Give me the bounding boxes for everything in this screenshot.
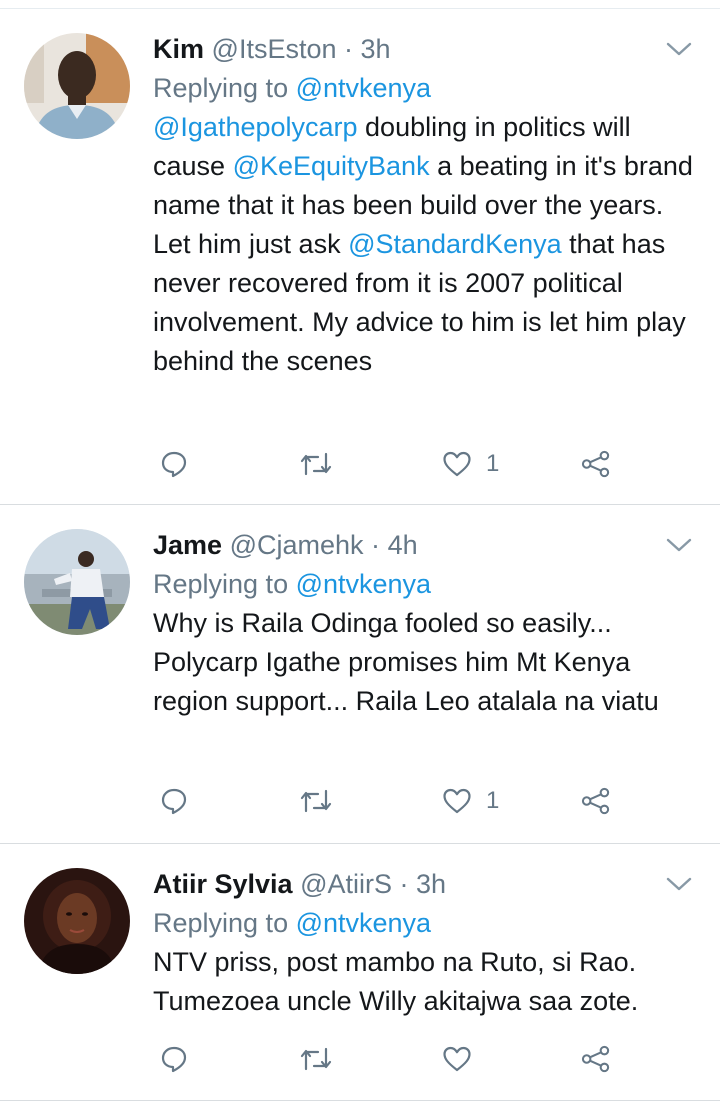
reply-icon — [161, 451, 187, 478]
replying-to-mention[interactable]: @ntvkenya — [296, 908, 431, 938]
tweet-body: Kim @ItsEston · 3h Replying to @ntvkenya… — [153, 31, 696, 381]
replying-to-line: Replying to @ntvkenya — [153, 904, 696, 942]
share-icon — [581, 450, 610, 478]
like-count: 1 — [486, 450, 500, 477]
display-name[interactable]: Kim — [153, 34, 204, 64]
share-button[interactable] — [580, 781, 612, 821]
user-handle[interactable]: @ItsEston — [212, 34, 337, 64]
separator-dot: · — [371, 530, 381, 560]
tweet-body: Atiir Sylvia @AtiirS · 3h Replying to @n… — [153, 866, 696, 1021]
mention-link[interactable]: @StandardKenya — [348, 229, 562, 259]
share-button[interactable] — [580, 1039, 612, 1079]
share-button[interactable] — [580, 444, 612, 484]
tweet-kim[interactable]: Kim @ItsEston · 3h Replying to @ntvkenya… — [0, 8, 720, 505]
avatar-image-atiir — [24, 868, 130, 974]
heart-icon — [443, 788, 471, 814]
tweet-text-segment: Why is Raila Odinga fooled so easily... … — [153, 608, 659, 716]
tweet-jame[interactable]: Jame @Cjamehk · 4h Replying to @ntvkenya… — [0, 505, 720, 844]
replying-to-label: Replying to — [153, 908, 296, 938]
tweet-actions: 1 — [160, 444, 630, 484]
tweet-text-segment: NTV priss, post mambo na Ruto, si Rao. T… — [153, 947, 639, 1016]
replying-to-line: Replying to @ntvkenya — [153, 69, 696, 107]
share-icon — [581, 1045, 610, 1073]
like-button[interactable]: 1 — [442, 781, 499, 821]
mention-link[interactable]: @KeEquityBank — [233, 151, 430, 181]
retweet-icon — [300, 452, 332, 476]
avatar-image-jame — [24, 529, 130, 635]
reply-button[interactable] — [160, 781, 188, 821]
like-count: 1 — [486, 787, 500, 814]
display-name[interactable]: Jame — [153, 530, 222, 560]
timestamp[interactable]: 3h — [361, 34, 391, 64]
timestamp[interactable]: 4h — [388, 530, 418, 560]
mention-link[interactable]: @Igathepolycarp — [153, 112, 358, 142]
avatar[interactable] — [24, 529, 130, 635]
tweet-body: Jame @Cjamehk · 4h Replying to @ntvkenya… — [153, 527, 696, 721]
tweet-text: Why is Raila Odinga fooled so easily... … — [153, 604, 696, 721]
retweet-button[interactable] — [300, 444, 332, 484]
heart-icon — [443, 451, 471, 477]
avatar[interactable] — [24, 33, 130, 139]
separator-dot: · — [344, 34, 354, 64]
tweet-actions — [160, 1039, 630, 1079]
tweet-text: @Igathepolycarp doubling in politics wil… — [153, 108, 696, 381]
tweet-atiir-sylvia[interactable]: Atiir Sylvia @AtiirS · 3h Replying to @n… — [0, 844, 720, 1101]
like-button[interactable]: 1 — [442, 444, 499, 484]
share-icon — [581, 787, 610, 815]
retweet-button[interactable] — [300, 1039, 332, 1079]
retweet-button[interactable] — [300, 781, 332, 821]
timestamp[interactable]: 3h — [416, 869, 446, 899]
display-name[interactable]: Atiir Sylvia — [153, 869, 293, 899]
user-handle[interactable]: @AtiirS — [300, 869, 392, 899]
replying-to-line: Replying to @ntvkenya — [153, 565, 696, 603]
reply-button[interactable] — [160, 1039, 188, 1079]
reply-icon — [161, 1046, 187, 1073]
tweet-feed: Kim @ItsEston · 3h Replying to @ntvkenya… — [0, 0, 720, 1105]
user-handle[interactable]: @Cjamehk — [230, 530, 364, 560]
reply-button[interactable] — [160, 444, 188, 484]
avatar-image-kim — [24, 33, 130, 139]
avatar[interactable] — [24, 868, 130, 974]
replying-to-mention[interactable]: @ntvkenya — [296, 73, 431, 103]
chevron-down-icon[interactable] — [664, 533, 694, 557]
tweet-header: Atiir Sylvia @AtiirS · 3h — [153, 866, 696, 902]
replying-to-label: Replying to — [153, 569, 296, 599]
retweet-icon — [300, 789, 332, 813]
separator-dot: · — [399, 869, 409, 899]
chevron-down-icon[interactable] — [664, 37, 694, 61]
like-button[interactable] — [442, 1039, 486, 1079]
tweet-header: Jame @Cjamehk · 4h — [153, 527, 696, 563]
heart-icon — [443, 1046, 471, 1072]
replying-to-mention[interactable]: @ntvkenya — [296, 569, 431, 599]
reply-icon — [161, 788, 187, 815]
replying-to-label: Replying to — [153, 73, 296, 103]
tweet-text: NTV priss, post mambo na Ruto, si Rao. T… — [153, 943, 696, 1021]
retweet-icon — [300, 1047, 332, 1071]
tweet-actions: 1 — [160, 781, 630, 821]
tweet-header: Kim @ItsEston · 3h — [153, 31, 696, 67]
chevron-down-icon[interactable] — [664, 872, 694, 896]
